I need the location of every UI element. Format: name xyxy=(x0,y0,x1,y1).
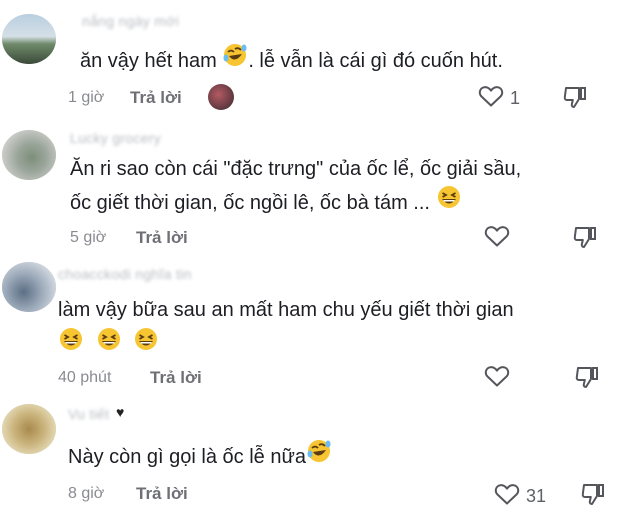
comment-text-part: . lễ vẫn là cái gì đó cuốn hút. xyxy=(248,49,503,72)
creator-liked-avatar xyxy=(208,84,234,110)
dislike-button[interactable] xyxy=(562,85,588,114)
reply-button[interactable]: Trả lời xyxy=(130,88,182,108)
grin-emoji-icon xyxy=(96,326,122,361)
heart-outline-icon[interactable] xyxy=(478,84,504,113)
heart-outline-icon[interactable] xyxy=(484,224,510,253)
dislike-button[interactable] xyxy=(572,225,598,254)
grin-emoji-icon xyxy=(436,184,462,219)
comment-username[interactable]: choacckodi nghĩa tin xyxy=(58,266,192,282)
like-count: 31 xyxy=(526,486,547,506)
comment-text: Này còn gì gọi là ốc lễ nữa xyxy=(68,440,332,475)
comment-username[interactable]: Lucky grocery xyxy=(70,130,161,146)
comment-time: 5 giờ xyxy=(70,229,107,246)
avatar[interactable] xyxy=(2,262,56,312)
thumbs-down-outline-icon[interactable] xyxy=(572,227,598,253)
dislike-button[interactable] xyxy=(574,365,600,394)
heart-outline-icon[interactable] xyxy=(494,482,520,511)
comment-text-line-1: làm vậy bữa sau an mất ham chu yếu giết … xyxy=(58,299,514,321)
like-button[interactable] xyxy=(484,224,516,253)
comment-text-line-1: Ăn ri sao còn cái "đặc trưng" của ốc lể,… xyxy=(70,158,522,180)
comment-text-line-2: ốc giết thời gian, ốc ngồi lê, ốc bà tám… xyxy=(70,186,462,221)
comment-text-part: Này còn gì gọi là ốc lễ nữa xyxy=(68,445,306,468)
rofl-emoji-icon xyxy=(222,42,248,77)
comment-text-part: ốc giết thời gian, ốc ngồi lê, ốc bà tám… xyxy=(70,191,436,214)
like-count: 1 xyxy=(510,88,521,108)
reply-button[interactable]: Trả lời xyxy=(150,368,202,388)
rofl-emoji-icon xyxy=(306,438,332,473)
comment-username[interactable]: Vu tiết xyxy=(68,406,109,422)
like-button[interactable]: 1 xyxy=(478,84,520,113)
grin-emoji-icon xyxy=(58,326,84,361)
black-heart-icon: ♥ xyxy=(116,404,125,420)
like-button[interactable]: 31 xyxy=(494,482,546,511)
comment-time: 40 phút xyxy=(58,369,112,386)
comment-text-line-2 xyxy=(58,328,159,363)
heart-outline-icon[interactable] xyxy=(484,364,510,393)
grin-emoji-icon xyxy=(133,326,159,361)
comment-text-part: ăn vậy hết ham xyxy=(80,49,223,72)
avatar[interactable] xyxy=(2,14,56,64)
comment-time: 8 giờ xyxy=(68,485,105,502)
avatar[interactable] xyxy=(2,130,56,180)
dislike-button[interactable] xyxy=(580,482,606,511)
comment-text: ăn vậy hết ham . lễ vẫn là cái gì đó cuố… xyxy=(80,44,503,79)
comment-username[interactable]: nắng ngày mới xyxy=(82,13,179,29)
thumbs-down-outline-icon[interactable] xyxy=(574,367,600,393)
reply-button[interactable]: Trả lời xyxy=(136,228,188,248)
avatar[interactable] xyxy=(2,404,56,454)
like-button[interactable] xyxy=(484,364,516,393)
thumbs-down-outline-icon[interactable] xyxy=(562,87,588,113)
comment-time: 1 giờ xyxy=(68,89,105,106)
thumbs-down-outline-icon[interactable] xyxy=(580,484,606,510)
reply-button[interactable]: Trả lời xyxy=(136,484,188,504)
